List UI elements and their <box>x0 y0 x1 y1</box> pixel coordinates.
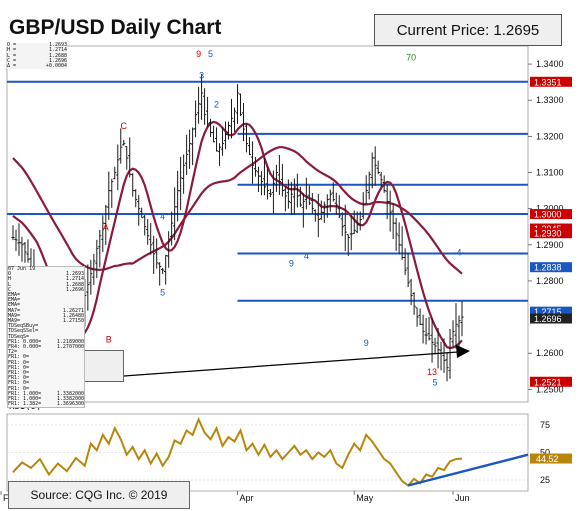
price-tick-label: 1.2800 <box>536 276 564 286</box>
chart-canvas: 9 532CAB4594913570-4- 1.34001.33001.32001… <box>0 45 572 503</box>
ohlc-info-box: O = 1.2693 H = 1.2714 L = 1.2688 C = 1.2696 Δ = +… <box>7 42 67 70</box>
price-tag: 1.2838 <box>530 262 572 273</box>
price-tag-label: 1.3351 <box>534 77 562 87</box>
td-annotation: 2 <box>214 99 219 109</box>
rsi-tick-label: 25 <box>540 475 550 485</box>
td-annotation: 5 <box>433 378 438 388</box>
price-tick-label: 1.2600 <box>536 348 564 358</box>
td-annotation: 9 <box>196 49 201 59</box>
rsi-tick-label: 75 <box>540 420 550 430</box>
td-annotation: 9 <box>364 338 369 348</box>
td-annotation: 4 <box>304 251 309 261</box>
month-label: May <box>356 493 374 503</box>
td-annotation: 5 <box>208 49 213 59</box>
price-tag-label: 1.3000 <box>534 210 562 220</box>
price-tag-label: 1.2838 <box>534 263 562 273</box>
price-tag: 1.2696 <box>530 313 572 324</box>
month-label: Apr <box>240 493 254 503</box>
price-tag-label: 1.2930 <box>534 229 562 239</box>
indicator-row: FR1: 1.382= 1.3696300 <box>8 401 84 408</box>
price-tick-label: 1.3300 <box>536 95 564 105</box>
price-tag-label: 1.2696 <box>534 314 562 324</box>
price-tick-label: 1.3200 <box>536 131 564 141</box>
price-tag-label: 1.2521 <box>534 377 562 387</box>
td-annotation: -4- <box>454 248 465 258</box>
indicator-info-box: 07 Jun 19 O 1.2693 H 1.2714 L 1.2688 C 1.2696 EM… <box>7 266 85 409</box>
td-annotation: 5 <box>160 287 165 297</box>
current-price-box: Current Price: 1.2695 <box>374 14 562 46</box>
price-tag: 1.2521 <box>530 376 572 387</box>
td-annotation: B <box>106 334 112 344</box>
td-annotation: 9 <box>289 258 294 268</box>
td-annotation: 13 <box>427 367 437 377</box>
price-tag: 1.3000 <box>530 209 572 220</box>
td-annotation: C <box>121 121 128 131</box>
ohlc-row: Δ = +0.0004 <box>7 63 67 70</box>
price-tag: 1.2930 <box>530 228 572 239</box>
rsi-value-label: 44.52 <box>536 454 559 464</box>
chart-frames <box>6 45 529 492</box>
td-annotation: 3 <box>199 71 204 81</box>
price-tags: 1.33511.30001.29451.29301.28381.27151.26… <box>530 76 572 387</box>
price-tick-label: 1.3400 <box>536 59 564 69</box>
td-annotation: 4 <box>160 211 165 221</box>
td-annotation: A <box>103 222 109 232</box>
month-label: Jun <box>455 493 470 503</box>
price-tick-label: 1.3100 <box>536 167 564 177</box>
td-annotation: 70 <box>406 52 416 62</box>
price-tick-label: 1.2900 <box>536 240 564 250</box>
source-credit: Source: CQG Inc. © 2019 <box>8 481 190 509</box>
chart-title: GBP/USD Daily Chart <box>9 16 222 39</box>
price-tag: 1.3351 <box>530 76 572 87</box>
